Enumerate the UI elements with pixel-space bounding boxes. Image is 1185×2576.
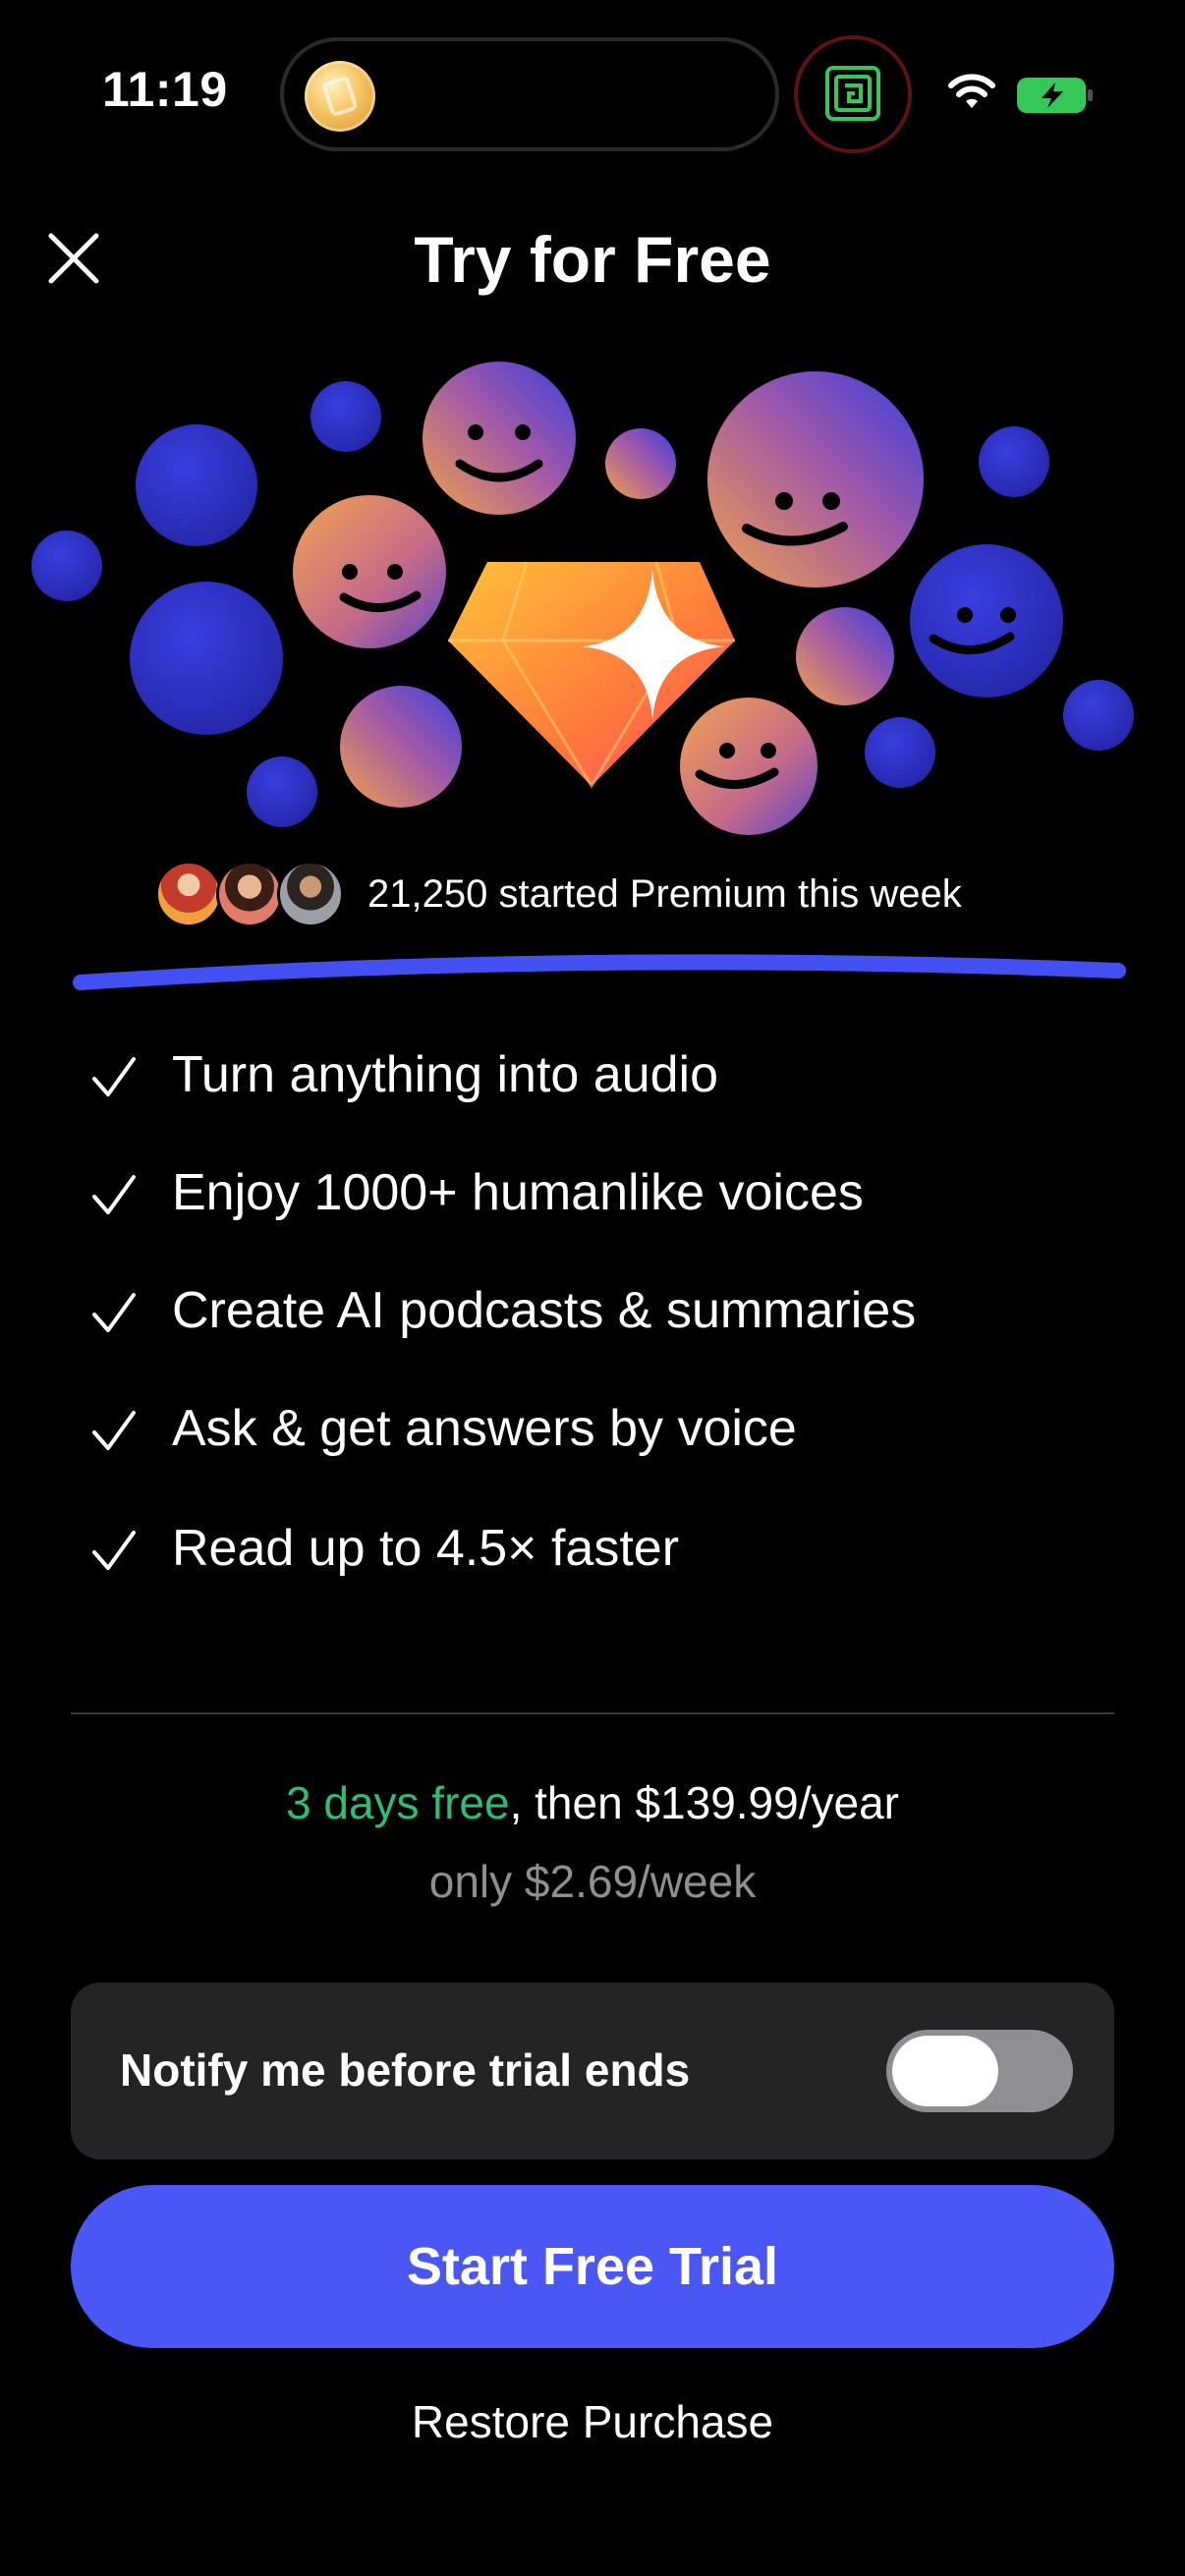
trial-duration: 3 days free (286, 1777, 510, 1828)
start-free-trial-button[interactable]: Start Free Trial (71, 2185, 1114, 2348)
underline-decoration (73, 954, 1126, 990)
avatar (216, 861, 283, 927)
weekly-price: only $2.69/week (428, 1856, 757, 1907)
feature-label: Enjoy 1000+ humanlike voices (172, 1164, 864, 1221)
hero-bubble (605, 428, 676, 499)
feature-item: Read up to 4.5× faster (0, 1513, 1185, 1592)
hero-bubble (247, 756, 317, 827)
hero-bubble (865, 717, 935, 788)
hero-bubble (979, 426, 1049, 497)
feature-item: Ask & get answers by voice (0, 1393, 1185, 1472)
avatar (277, 861, 344, 927)
hero-bubble (31, 531, 102, 601)
smiley-face (707, 371, 924, 588)
price-line: 3 days free, then $139.99/year (0, 1776, 1185, 1829)
hero-bubble (130, 582, 283, 735)
divider (71, 1712, 1114, 1714)
feature-label: Ask & get answers by voice (172, 1400, 797, 1457)
page-title: Try for Free (414, 223, 771, 296)
feature-item: Create AI podcasts & summaries (0, 1275, 1185, 1354)
hero-bubble (310, 381, 381, 452)
feature-item: Enjoy 1000+ humanlike voices (0, 1157, 1185, 1236)
notify-card: Notify me before trial ends (71, 1983, 1114, 2159)
smiley-face (910, 544, 1063, 698)
social-proof-text: 21,250 started Premium this week (367, 872, 962, 916)
feature-label: Turn anything into audio (172, 1046, 719, 1103)
smiley-face (423, 362, 576, 515)
hero-bubble (340, 686, 462, 808)
smiley-face (293, 495, 446, 648)
toggle-knob (892, 2036, 998, 2106)
wifi-icon (948, 74, 995, 108)
check-icon (92, 1293, 136, 1332)
notify-label: Notify me before trial ends (120, 2044, 691, 2096)
hero-bubble (796, 607, 894, 705)
screen-record-icon (825, 66, 880, 121)
avatar (155, 861, 222, 927)
smiley-face (680, 698, 818, 835)
notify-toggle[interactable] (886, 2030, 1073, 2112)
battery-charging-icon (1017, 78, 1093, 113)
yearly-price: , then $139.99/year (509, 1777, 899, 1828)
feature-label: Read up to 4.5× faster (172, 1520, 680, 1577)
check-icon (92, 1175, 136, 1214)
coin-app-icon (305, 61, 375, 132)
hero-bubble (1063, 680, 1134, 751)
check-icon (92, 1057, 136, 1096)
feature-item: Turn anything into audio (0, 1039, 1185, 1118)
user-avatars (155, 861, 348, 931)
check-icon (92, 1531, 136, 1570)
hero-illustration (31, 362, 1134, 835)
check-icon (92, 1411, 136, 1450)
hero-bubble (136, 424, 257, 546)
status-time: 11:19 (102, 62, 228, 117)
restore-purchase-link[interactable]: Restore Purchase (0, 2395, 1185, 2448)
feature-label: Create AI podcasts & summaries (172, 1282, 917, 1339)
